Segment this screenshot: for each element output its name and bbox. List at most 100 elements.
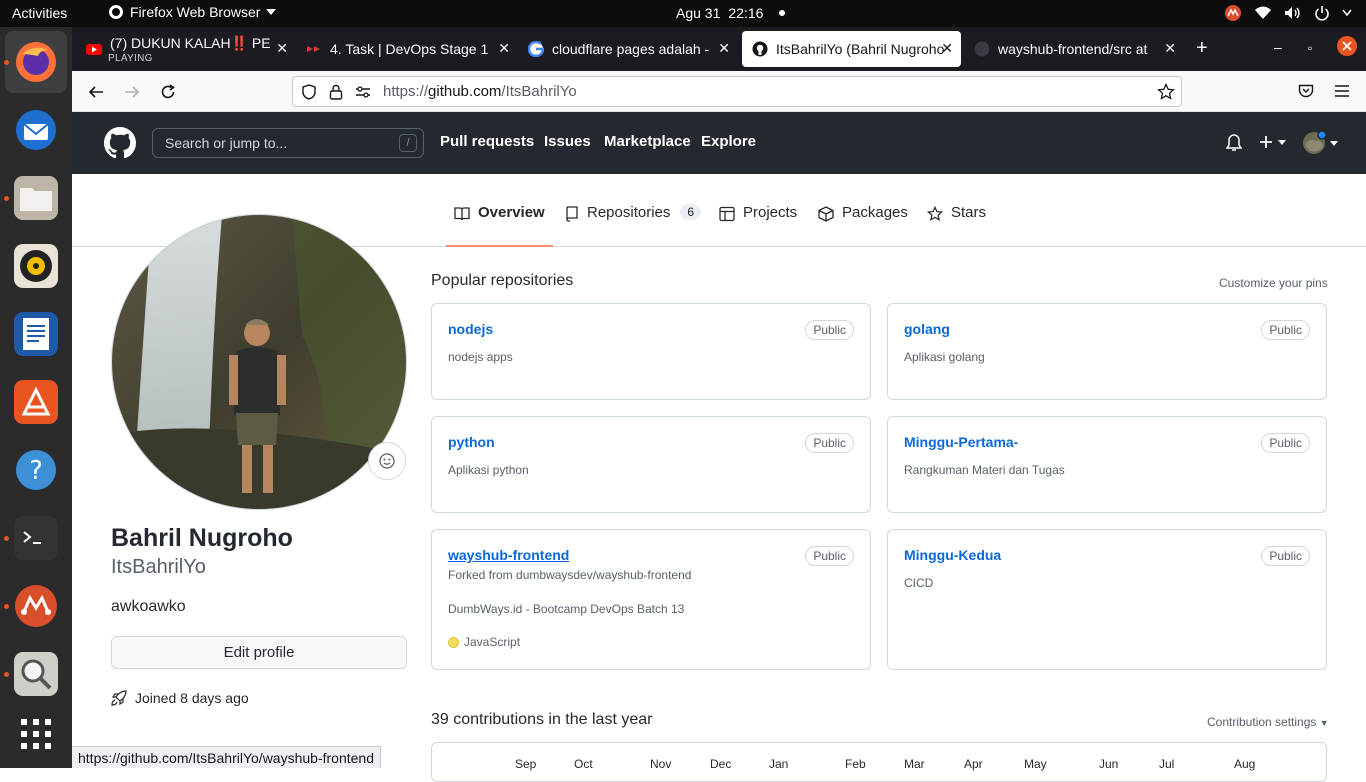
grid-icon [14, 712, 58, 756]
dock-firefox[interactable] [5, 31, 67, 93]
tab-dumbways[interactable]: 4. Task | DevOps Stage 1 ✕ [296, 31, 518, 67]
tab-strip: (7) DUKUN KALAH‼️ PEM PLAYING ✕ 4. Task … [72, 27, 1366, 71]
permissions-icon[interactable] [355, 85, 371, 99]
month-label: Jul [1159, 757, 1175, 771]
dock-image-viewer[interactable] [5, 643, 67, 705]
dock-help[interactable]: ? [5, 439, 67, 501]
plus-icon [1260, 136, 1272, 148]
edit-profile-button[interactable]: Edit profile [111, 636, 407, 669]
dock-writer[interactable] [5, 303, 67, 365]
tab-stars[interactable]: Stars [919, 204, 994, 247]
libreoffice-writer-icon [14, 312, 58, 356]
clock[interactable]: Agu 31 22:16 [676, 5, 786, 21]
dock-terminal[interactable] [5, 507, 67, 569]
tab-stars-label: Stars [951, 204, 987, 221]
repo-link[interactable]: python [448, 434, 495, 450]
repo-link[interactable]: wayshub-frontend [448, 547, 569, 563]
repo-link[interactable]: Minggu-Kedua [904, 547, 1001, 563]
url-bar[interactable]: https://github.com/ItsBahrilYo [292, 76, 1182, 107]
profile-avatar[interactable] [111, 214, 407, 510]
mendeley-tray-icon[interactable] [1224, 4, 1242, 22]
bell-icon[interactable] [1226, 134, 1242, 152]
rocket-icon [111, 690, 127, 706]
contribution-settings-dropdown[interactable]: Contribution settings ▼ [1207, 715, 1329, 729]
pocket-icon[interactable] [1298, 83, 1314, 99]
dock-app-center[interactable] [5, 371, 67, 433]
caret-down-icon [1330, 140, 1338, 146]
close-window-icon[interactable] [1336, 35, 1358, 57]
chevron-down-icon[interactable] [1342, 9, 1352, 17]
bookmark-star-icon[interactable] [1157, 83, 1175, 101]
user-menu[interactable] [1302, 131, 1338, 155]
close-tab-icon[interactable]: ✕ [1164, 40, 1176, 57]
app-menu[interactable]: Firefox Web Browser [108, 4, 277, 20]
volume-icon[interactable] [1284, 6, 1302, 20]
smiley-icon [379, 453, 395, 469]
shield-icon[interactable] [301, 84, 317, 100]
dock-show-applications[interactable] [5, 703, 67, 765]
running-indicator [4, 672, 9, 677]
caret-down-icon: ▼ [1319, 718, 1329, 728]
tab-google[interactable]: cloudflare pages adalah - ✕ [518, 31, 738, 67]
reload-icon[interactable] [157, 81, 179, 103]
nav-marketplace[interactable]: Marketplace [604, 133, 691, 150]
hamburger-menu-icon[interactable] [1334, 84, 1350, 98]
running-indicator [4, 196, 9, 201]
visibility-badge: Public [805, 433, 854, 453]
nav-issues[interactable]: Issues [544, 133, 591, 150]
tab-repositories-label: Repositories [587, 204, 671, 221]
close-tab-icon[interactable]: ✕ [498, 40, 510, 57]
url-domain: github.com [428, 83, 502, 100]
dock-files[interactable] [5, 167, 67, 229]
firefox-icon [108, 4, 124, 20]
minimize-icon[interactable]: – [1274, 39, 1282, 55]
activities-button[interactable]: Activities [12, 5, 67, 21]
create-new-menu[interactable] [1258, 134, 1286, 150]
close-tab-icon[interactable]: ✕ [718, 40, 730, 57]
new-tab-icon[interactable]: + [1196, 37, 1208, 60]
tab-title: 4. Task | DevOps Stage 1 [330, 41, 489, 57]
month-label: Jan [769, 757, 789, 771]
search-input[interactable] [153, 129, 383, 157]
wifi-icon[interactable] [1254, 6, 1272, 20]
close-tab-icon[interactable]: ✕ [941, 40, 953, 57]
set-status-button[interactable] [368, 442, 406, 480]
dock-mendeley[interactable] [5, 575, 67, 637]
dock-rhythmbox[interactable] [5, 235, 67, 297]
url-text[interactable]: https://github.com/ItsBahrilYo [383, 83, 577, 100]
tab-overview[interactable]: Overview [446, 204, 553, 247]
tab-github-profile[interactable]: ItsBahrilYo (Bahril Nugroho ✕ [742, 31, 961, 67]
forked-from-label[interactable]: Forked from dumbwaysdev/wayshub-frontend [448, 568, 691, 582]
repo-link[interactable]: nodejs [448, 321, 493, 337]
month-label: Apr [964, 757, 983, 771]
system-tray[interactable] [1224, 4, 1352, 22]
dumbways-icon [306, 41, 322, 57]
power-icon[interactable] [1314, 5, 1330, 21]
tab-projects-label: Projects [743, 204, 798, 221]
slash-shortcut-hint: / [399, 134, 417, 152]
tab-repositories[interactable]: Repositories 6 [557, 204, 709, 247]
repo-link[interactable]: Minggu-Pertama- [904, 434, 1018, 450]
month-label: Oct [574, 757, 593, 771]
lock-icon[interactable] [329, 84, 343, 100]
github-logo-icon[interactable] [104, 127, 136, 159]
table-icon [719, 206, 735, 222]
language-color-dot [448, 636, 459, 648]
close-tab-icon[interactable]: ✕ [276, 40, 288, 57]
customize-pins-link[interactable]: Customize your pins [1219, 276, 1328, 290]
repo-link[interactable]: golang [904, 321, 950, 337]
back-arrow-icon[interactable] [85, 81, 107, 103]
maximize-icon[interactable]: ▫ [1308, 41, 1312, 55]
tab-youtube[interactable]: (7) DUKUN KALAH‼️ PEM PLAYING ✕ [76, 31, 296, 67]
tab-github-repo[interactable]: wayshub-frontend/src at ✕ [964, 31, 1184, 67]
nav-explore[interactable]: Explore [701, 133, 756, 150]
search-box[interactable]: / [152, 128, 424, 158]
repo-card: Minggu-Pertama- Public Rangkuman Materi … [887, 416, 1327, 513]
rhythmbox-icon [14, 244, 58, 288]
nav-pull-requests[interactable]: Pull requests [440, 133, 534, 150]
tab-packages[interactable]: Packages [810, 204, 916, 247]
dock-thunderbird[interactable] [5, 99, 67, 161]
navigation-toolbar: https://github.com/ItsBahrilYo [72, 71, 1366, 112]
tab-projects[interactable]: Projects [711, 204, 805, 247]
forward-arrow-icon[interactable] [121, 81, 143, 103]
